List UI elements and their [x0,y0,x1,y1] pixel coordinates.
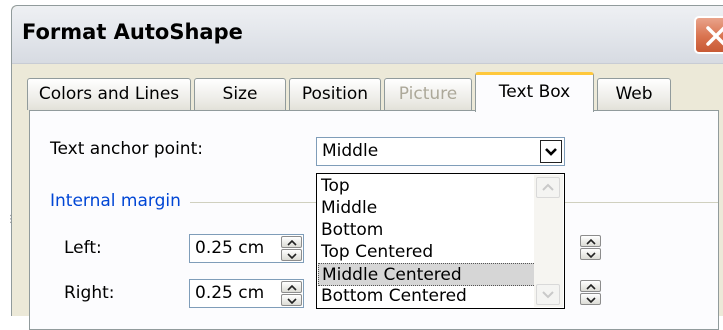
tab-size[interactable]: Size [194,78,286,110]
text-anchor-point-value: Middle [322,141,379,161]
spin-up-button[interactable] [281,236,302,248]
spin-down-button[interactable] [580,293,601,305]
left-margin-label: Left: [64,238,102,258]
option-top[interactable]: Top [318,175,536,198]
spin-up-button[interactable] [580,280,601,292]
title-bar: Format AutoShape [12,6,723,64]
arrow-down-icon [542,291,554,299]
options-scrollbar[interactable] [534,175,563,307]
tab-web[interactable]: Web [597,78,671,110]
right-margin-label: Right: [64,283,115,303]
spin-up-button[interactable] [580,235,601,247]
spin-down-button[interactable] [281,294,302,306]
tab-position[interactable]: Position [289,78,381,110]
spin-up-button[interactable] [281,281,302,293]
option-middle-centered[interactable]: Middle Centered [318,263,536,286]
dialog-title: Format AutoShape [22,20,243,44]
text-anchor-point-label: Text anchor point: [50,139,203,159]
arrow-down-icon [586,252,596,258]
text-box-panel: Text anchor point: Middle Internal margi… [29,110,719,330]
spin-down-button[interactable] [281,249,302,261]
spin-down-button[interactable] [580,248,601,260]
option-middle[interactable]: Middle [318,197,536,220]
dropdown-button[interactable] [540,140,562,163]
arrow-up-icon [287,240,297,246]
arrow-up-icon [586,284,596,290]
tab-text-box[interactable]: Text Box [475,72,594,112]
option-bottom-centered[interactable]: Bottom Centered [318,285,536,308]
arrow-down-icon [287,298,297,304]
scroll-down-button[interactable] [536,284,560,305]
arrow-down-icon [586,297,596,303]
left-margin-spinner[interactable] [281,236,302,261]
text-anchor-point-select[interactable]: Middle [316,137,565,166]
tab-colors-and-lines[interactable]: Colors and Lines [27,78,191,110]
internal-margin-group-label: Internal margin [50,191,189,211]
top-margin-spinner[interactable] [580,235,602,261]
bottom-margin-spinner[interactable] [580,280,602,306]
tab-picture: Picture [384,78,472,110]
close-icon [706,26,723,46]
arrow-up-icon [287,285,297,291]
option-top-centered[interactable]: Top Centered [318,241,536,264]
scroll-up-button[interactable] [536,177,560,198]
arrow-down-icon [287,253,297,259]
right-margin-field[interactable]: 0.25 cm [189,279,304,308]
chevron-down-icon [545,148,557,156]
right-margin-spinner[interactable] [281,281,302,306]
close-button[interactable] [694,16,723,54]
arrow-up-icon [586,239,596,245]
arrow-up-icon [542,183,554,191]
left-margin-field[interactable]: 0.25 cm [189,234,304,263]
option-bottom[interactable]: Bottom [318,219,536,242]
right-margin-value: 0.25 cm [195,283,265,303]
left-margin-value: 0.25 cm [195,238,265,258]
anchor-options-list[interactable]: Top Middle Bottom Top Centered Middle Ce… [316,173,565,309]
format-autoshape-dialog: Format AutoShape Colors and Lines Size P… [11,5,723,330]
